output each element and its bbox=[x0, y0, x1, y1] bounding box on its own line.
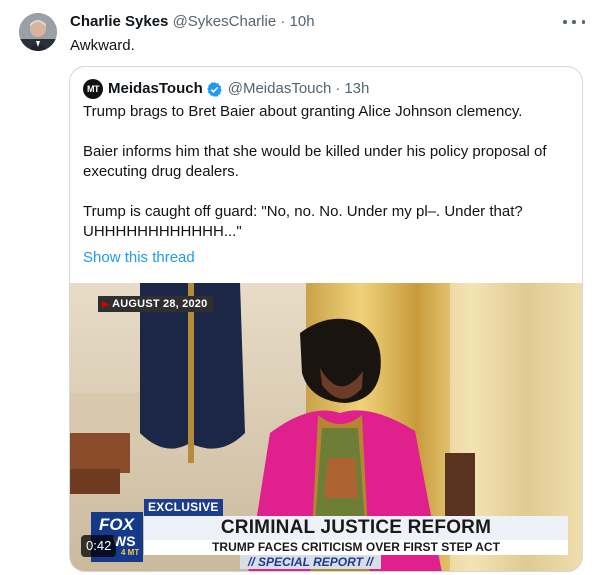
tweet[interactable]: Charlie Sykes @SykesCharlie · 10h Awkwar… bbox=[0, 0, 606, 575]
banner-subheadline: TRUMP FACES CRITICISM OVER FIRST STEP AC… bbox=[144, 540, 568, 555]
quoted-author-avatar[interactable]: MT bbox=[83, 79, 103, 99]
quoted-paragraph: Trump brags to Bret Baier about granting… bbox=[83, 103, 523, 120]
quoted-paragraph: Trump is caught off guard: "No, no. No. … bbox=[83, 203, 523, 240]
quoted-tweet-time[interactable]: 13h bbox=[344, 79, 369, 99]
quoted-tweet-header: MeidasTouch @MeidasTouch · 13h bbox=[108, 79, 369, 99]
play-triangle-icon: ▶ bbox=[102, 299, 110, 309]
quoted-separator-dot: · bbox=[335, 80, 341, 97]
tweet-header: Charlie Sykes @SykesCharlie · 10h bbox=[70, 12, 315, 32]
tweet-text: Awkward. bbox=[70, 37, 135, 54]
quoted-tweet[interactable]: MT MeidasTouch @MeidasTouch · 13h Trump … bbox=[69, 66, 583, 572]
logo-line-1: FOX bbox=[99, 515, 134, 534]
show-thread-link[interactable]: Show this thread bbox=[83, 248, 195, 268]
author-avatar[interactable] bbox=[19, 13, 57, 51]
quoted-author-handle[interactable]: @MeidasTouch bbox=[228, 79, 332, 99]
video-player[interactable]: ▶ AUGUST 28, 2020 EXCLUSIVE FOX WS 4 MT … bbox=[70, 283, 582, 571]
logo-line-3: 4 MT bbox=[121, 548, 140, 557]
video-duration: 0:42 bbox=[81, 535, 117, 557]
tweet-time[interactable]: 10h bbox=[290, 13, 315, 30]
banner-headline: CRIMINAL JUSTICE REFORM bbox=[144, 516, 568, 540]
quoted-tweet-text: Trump brags to Bret Baier about granting… bbox=[83, 102, 573, 242]
date-text: AUGUST 28, 2020 bbox=[112, 298, 208, 310]
more-horizontal-icon[interactable] bbox=[563, 12, 585, 32]
quoted-author-name[interactable]: MeidasTouch bbox=[108, 79, 203, 99]
lower-third-banner: CRIMINAL JUSTICE REFORM TRUMP FACES CRIT… bbox=[144, 516, 568, 569]
separator-dot: · bbox=[280, 13, 286, 30]
verified-badge-icon bbox=[207, 81, 222, 97]
logo-line-2: WS bbox=[113, 533, 136, 549]
author-name[interactable]: Charlie Sykes bbox=[70, 13, 168, 30]
date-tag: ▶ AUGUST 28, 2020 bbox=[98, 296, 214, 312]
quoted-paragraph: Baier informs him that she would be kill… bbox=[83, 143, 547, 180]
author-handle[interactable]: @SykesCharlie bbox=[173, 13, 277, 30]
exclusive-label: EXCLUSIVE bbox=[144, 499, 223, 516]
special-report-label: // SPECIAL REPORT // bbox=[240, 555, 381, 569]
